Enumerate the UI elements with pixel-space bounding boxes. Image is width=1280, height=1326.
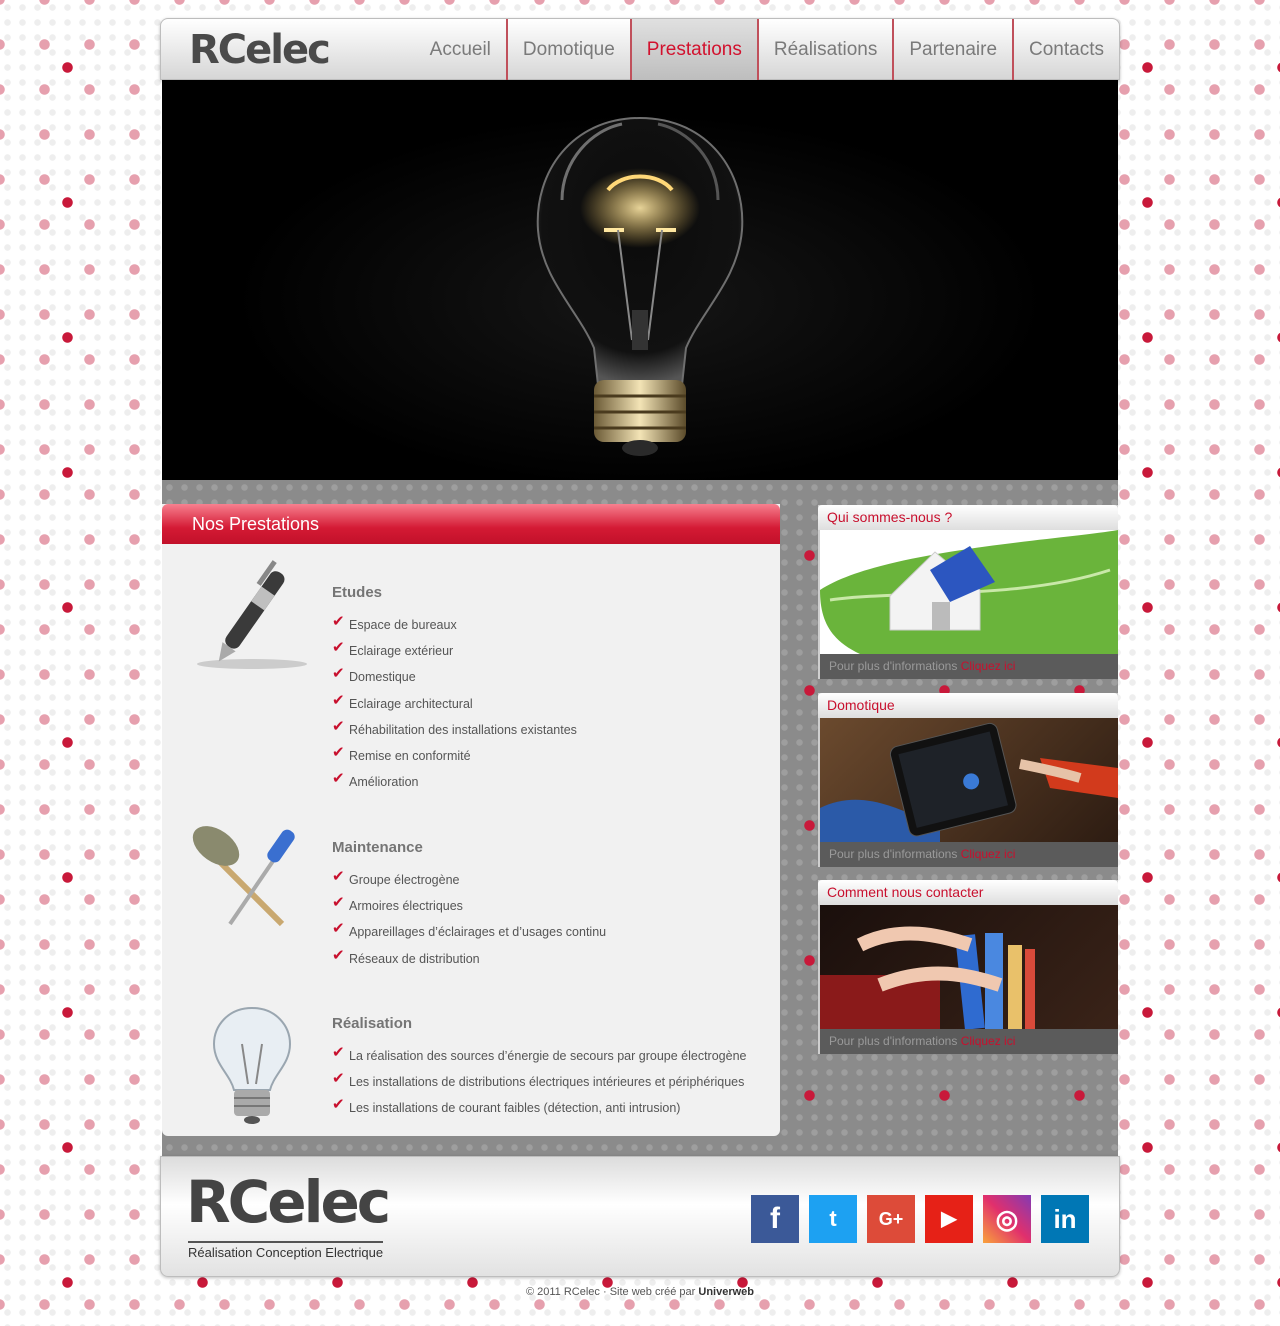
site-footer: RCelec Réalisation Conception Electrique… <box>160 1156 1120 1277</box>
section-title: Maintenance <box>332 839 423 856</box>
list-item: Eclairage extérieur <box>332 638 577 667</box>
box-info: Pour plus d'informations Cliquez ici <box>820 1029 1118 1054</box>
google-plus-icon[interactable]: G+ <box>867 1195 915 1243</box>
list-item: Réhabilitation des installations existan… <box>332 717 577 746</box>
qui-sommes-nous-box[interactable]: Qui sommes-nous ? Pour plus d'informatio… <box>818 505 1118 679</box>
box-info: Pour plus d'informations Cliquez ici <box>820 842 1118 867</box>
list-item: Les installations de distributions élect… <box>332 1069 746 1098</box>
hero-lightbulb-image <box>536 116 744 456</box>
list-item: Les installations de courant faibles (dé… <box>332 1095 746 1124</box>
info-text: Pour plus d'informations <box>829 847 958 861</box>
hero-banner <box>162 80 1118 480</box>
realisation-list: La réalisation des sources d’énergie de … <box>332 1043 746 1125</box>
nav-item-partenaire[interactable]: Partenaire <box>892 19 1012 81</box>
section-title: Etudes <box>332 584 383 601</box>
nav-item-contacts[interactable]: Contacts <box>1012 19 1119 81</box>
list-item: Eclairage architectural <box>332 691 577 720</box>
domotique-box[interactable]: Domotique Pour plus d'informations Cliqu… <box>818 693 1118 867</box>
panel-title: Nos Prestations <box>162 504 780 544</box>
lightbulb-icon <box>212 1006 292 1124</box>
info-text: Pour plus d'informations <box>829 1034 958 1048</box>
twitter-icon[interactable]: t <box>809 1195 857 1243</box>
list-item: Amélioration <box>332 769 577 798</box>
facebook-icon[interactable]: f <box>751 1195 799 1243</box>
instagram-icon[interactable]: ◎ <box>983 1195 1031 1243</box>
credit-link[interactable]: Univerweb <box>698 1286 754 1298</box>
section-maintenance: Maintenance Groupe électrogène Armoires … <box>332 839 606 975</box>
list-item: Armoires électriques <box>332 893 606 922</box>
site-header: RCelec Accueil Domotique Prestations Réa… <box>160 18 1120 81</box>
nav-item-prestations[interactable]: Prestations <box>629 19 757 81</box>
box-info: Pour plus d'informations Cliquez ici <box>820 654 1118 679</box>
box-title: Qui sommes-nous ? <box>818 505 1118 530</box>
cliquez-ici-link[interactable]: Cliquez ici <box>961 1034 1016 1048</box>
footer-tagline: Réalisation Conception Electrique <box>188 1241 384 1260</box>
box-title: Domotique <box>818 693 1118 718</box>
main-nav: Accueil Domotique Prestations Réalisatio… <box>415 19 1119 81</box>
footer-logo[interactable]: RCelec <box>186 1171 391 1233</box>
list-item: Remise en conformité <box>332 743 577 772</box>
maintenance-list: Groupe électrogène Armoires électriques … <box>332 867 606 975</box>
pen-icon <box>197 560 307 669</box>
linkedin-icon[interactable]: in <box>1041 1195 1089 1243</box>
list-item: La réalisation des sources d’énergie de … <box>332 1043 746 1072</box>
section-title: Réalisation <box>332 1015 413 1032</box>
list-item: Groupe électrogène <box>332 867 606 896</box>
house-leaf-image <box>820 530 1118 654</box>
contact-box[interactable]: Comment nous contacter Pour plus d'infor… <box>818 880 1118 1054</box>
etudes-list: Espace de bureaux Eclairage extérieur Do… <box>332 612 577 798</box>
nav-item-domotique[interactable]: Domotique <box>505 19 630 81</box>
cliquez-ici-link[interactable]: Cliquez ici <box>961 847 1016 861</box>
box-title: Comment nous contacter <box>818 880 1118 905</box>
prestations-panel: Nos Prestations Etudes Espace de bureaux… <box>162 504 780 1136</box>
list-item: Réseaux de distribution <box>332 946 606 975</box>
tablet-image <box>820 718 1118 842</box>
info-text: Pour plus d'informations <box>829 659 958 673</box>
nav-item-realisations[interactable]: Réalisations <box>756 19 893 81</box>
section-etudes: Etudes Espace de bureaux Eclairage extér… <box>332 584 577 798</box>
tools-icon <box>192 826 295 927</box>
site-logo[interactable]: RCelec <box>189 27 331 73</box>
list-item: Domestique <box>332 664 577 693</box>
copyright-line: © 2011 RCelec · Site web créé par Univer… <box>160 1286 1120 1298</box>
youtube-icon[interactable]: ▶ <box>925 1195 973 1243</box>
copyright-text: © 2011 RCelec · Site web créé par <box>525 1286 696 1298</box>
social-links: f t G+ ▶ ◎ in <box>751 1195 1089 1243</box>
list-item: Espace de bureaux <box>332 612 577 641</box>
list-item: Appareillages d’éclairages et d’usages c… <box>332 919 606 948</box>
cliquez-ici-link[interactable]: Cliquez ici <box>961 659 1016 673</box>
section-realisation: Réalisation La réalisation des sources d… <box>332 1015 746 1125</box>
nav-item-accueil[interactable]: Accueil <box>415 19 506 81</box>
file-drawer-image <box>820 905 1118 1029</box>
